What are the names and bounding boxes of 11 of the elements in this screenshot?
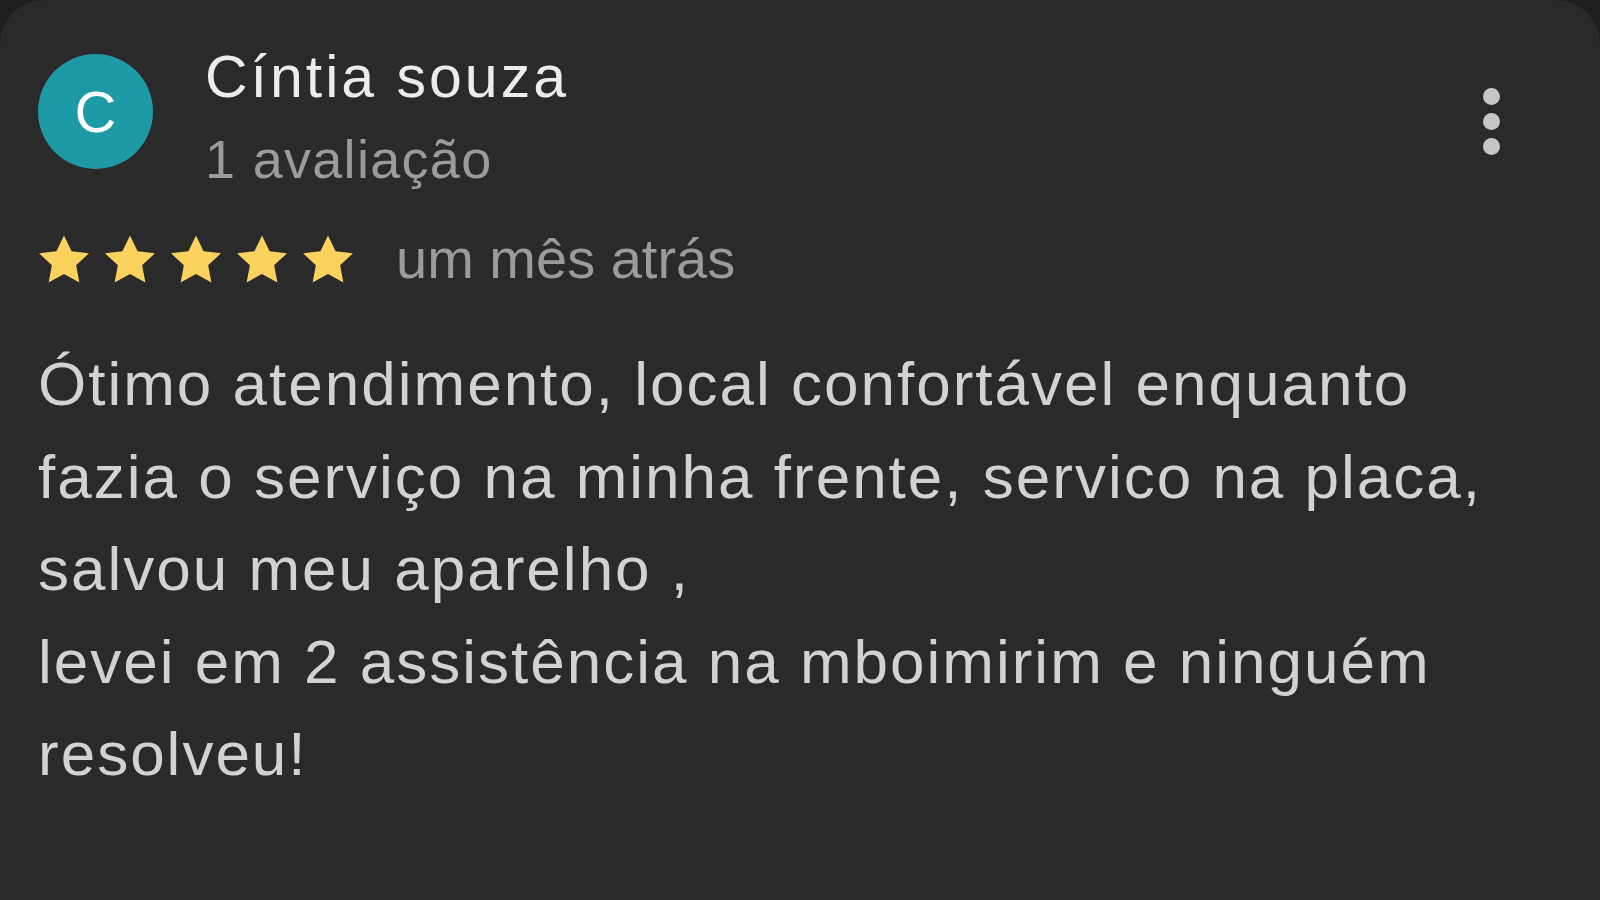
star-icon xyxy=(236,234,288,284)
more-options-icon[interactable] xyxy=(1483,88,1500,155)
review-text: Ótimo atendimento, local confortável enquanto fazia o serviço na minha frente, servico na placa, salvou meu aparelho , levei em 2 assistência na mboimirim e ninguém resolveu! xyxy=(38,348,1484,790)
star-icon xyxy=(104,234,156,284)
star-icon xyxy=(38,234,90,284)
star-icon xyxy=(302,234,354,284)
avatar: C xyxy=(38,54,153,169)
review-date: um mês atrás xyxy=(396,229,736,289)
reviewer-name: Cíntia souza xyxy=(205,43,570,112)
star-icon xyxy=(170,234,222,284)
review-count: 1 avaliação xyxy=(205,128,494,191)
